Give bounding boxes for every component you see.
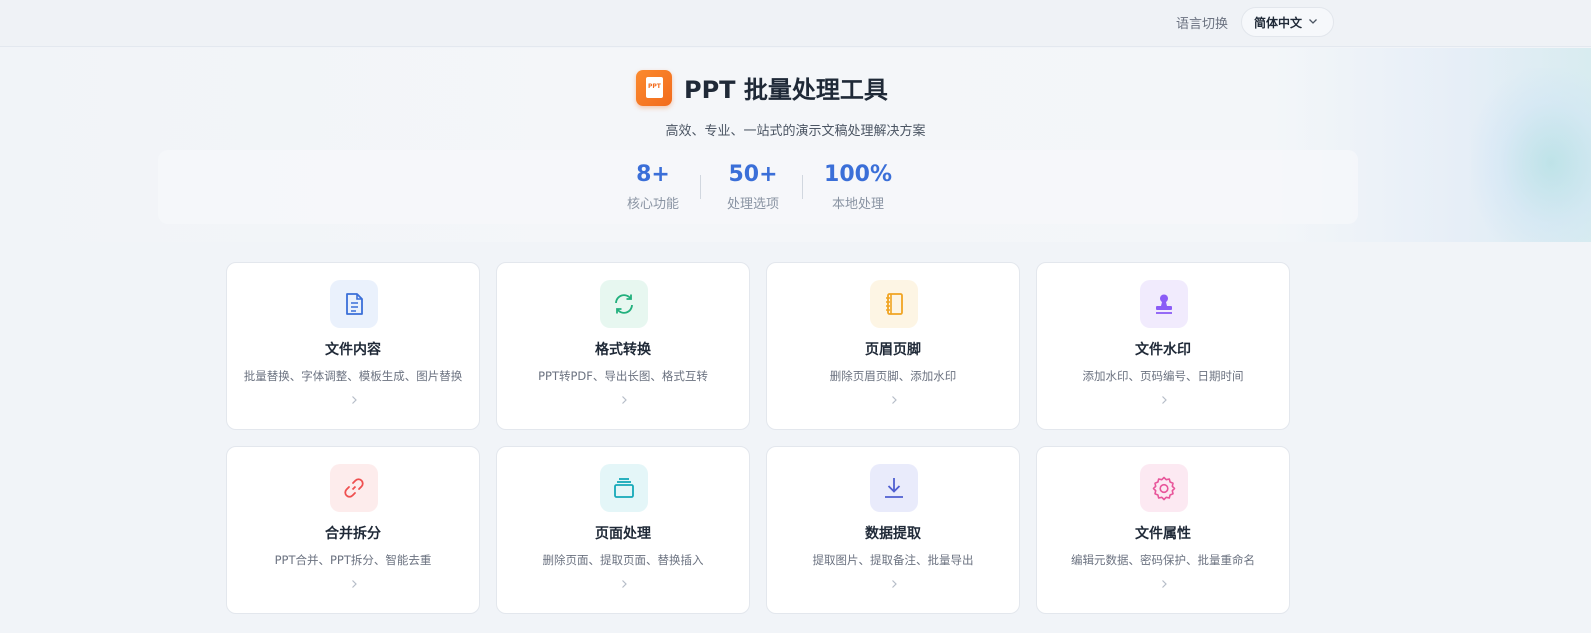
stat-local: 100% 本地处理 [808, 162, 908, 212]
chevron-right-icon [1162, 580, 1167, 588]
card-title: 页面处理 [595, 526, 651, 542]
stat-value: 100% [824, 162, 892, 187]
chevron-right-icon [352, 396, 357, 404]
chevron-right-icon [622, 580, 627, 588]
document-icon [330, 280, 378, 328]
card-description: 添加水印、页码编号、日期时间 [1082, 369, 1244, 383]
card-title: 文件内容 [325, 342, 381, 358]
chevron-right-icon [622, 396, 627, 404]
card-format-convert[interactable]: 格式转换 PPT转PDF、导出长图、格式互转 [496, 262, 750, 430]
card-title: 文件属性 [1135, 526, 1191, 542]
card-title: 文件水印 [1135, 342, 1191, 358]
page-subtitle: 高效、专业、一站式的演示文稿处理解决方案 [665, 124, 926, 139]
stat-divider [700, 175, 701, 199]
card-title: 数据提取 [865, 526, 921, 542]
chevron-right-icon [1162, 396, 1167, 404]
stat-label: 本地处理 [831, 197, 884, 212]
link-icon [330, 464, 378, 512]
card-description: 编辑元数据、密码保护、批量重命名 [1071, 553, 1255, 567]
gear-icon [1140, 464, 1188, 512]
top-bar: 语言切换 简体中文 [0, 0, 1591, 47]
card-file-watermark[interactable]: 文件水印 添加水印、页码编号、日期时间 [1036, 262, 1290, 430]
notebook-icon [870, 280, 918, 328]
card-description: 删除页面、提取页面、替换插入 [542, 553, 704, 567]
download-icon [870, 464, 918, 512]
card-description: 删除页眉页脚、添加水印 [829, 369, 957, 383]
stat-options: 50+ 处理选项 [703, 162, 803, 212]
card-header-footer[interactable]: 页眉页脚 删除页眉页脚、添加水印 [766, 262, 1020, 430]
card-description: PPT转PDF、导出长图、格式互转 [538, 369, 708, 383]
chevron-right-icon [352, 580, 357, 588]
page-title: PPT 批量处理工具 [684, 76, 888, 104]
card-title: 格式转换 [595, 342, 651, 358]
stat-value: 8+ [636, 162, 670, 187]
card-file-properties[interactable]: 文件属性 编辑元数据、密码保护、批量重命名 [1036, 446, 1290, 614]
chevron-right-icon [892, 580, 897, 588]
stat-label: 处理选项 [726, 197, 779, 212]
chevron-right-icon [892, 396, 897, 404]
app-logo-icon: PPT [636, 70, 672, 106]
hero-decoration [1471, 68, 1591, 242]
card-page-processing[interactable]: 页面处理 删除页面、提取页面、替换插入 [496, 446, 750, 614]
card-title: 页眉页脚 [865, 342, 921, 358]
stamp-icon [1140, 280, 1188, 328]
layers-icon [600, 464, 648, 512]
card-description: 批量替换、字体调整、模板生成、图片替换 [243, 369, 463, 383]
chevron-down-icon [1309, 19, 1317, 24]
card-description: 提取图片、提取备注、批量导出 [812, 553, 974, 567]
language-select[interactable]: 简体中文 [1241, 7, 1334, 37]
stat-label: 核心功能 [626, 197, 679, 212]
card-description: PPT合并、PPT拆分、智能去重 [274, 553, 432, 567]
card-data-extract[interactable]: 数据提取 提取图片、提取备注、批量导出 [766, 446, 1020, 614]
refresh-icon [600, 280, 648, 328]
card-file-content[interactable]: 文件内容 批量替换、字体调整、模板生成、图片替换 [226, 262, 480, 430]
stat-divider [802, 175, 803, 199]
language-switch-label: 语言切换 [1176, 17, 1229, 32]
card-merge-split[interactable]: 合并拆分 PPT合并、PPT拆分、智能去重 [226, 446, 480, 614]
card-title: 合并拆分 [325, 526, 381, 542]
stat-value: 50+ [728, 162, 778, 187]
stat-core-features: 8+ 核心功能 [603, 162, 703, 212]
language-selected-value: 简体中文 [1254, 15, 1303, 30]
